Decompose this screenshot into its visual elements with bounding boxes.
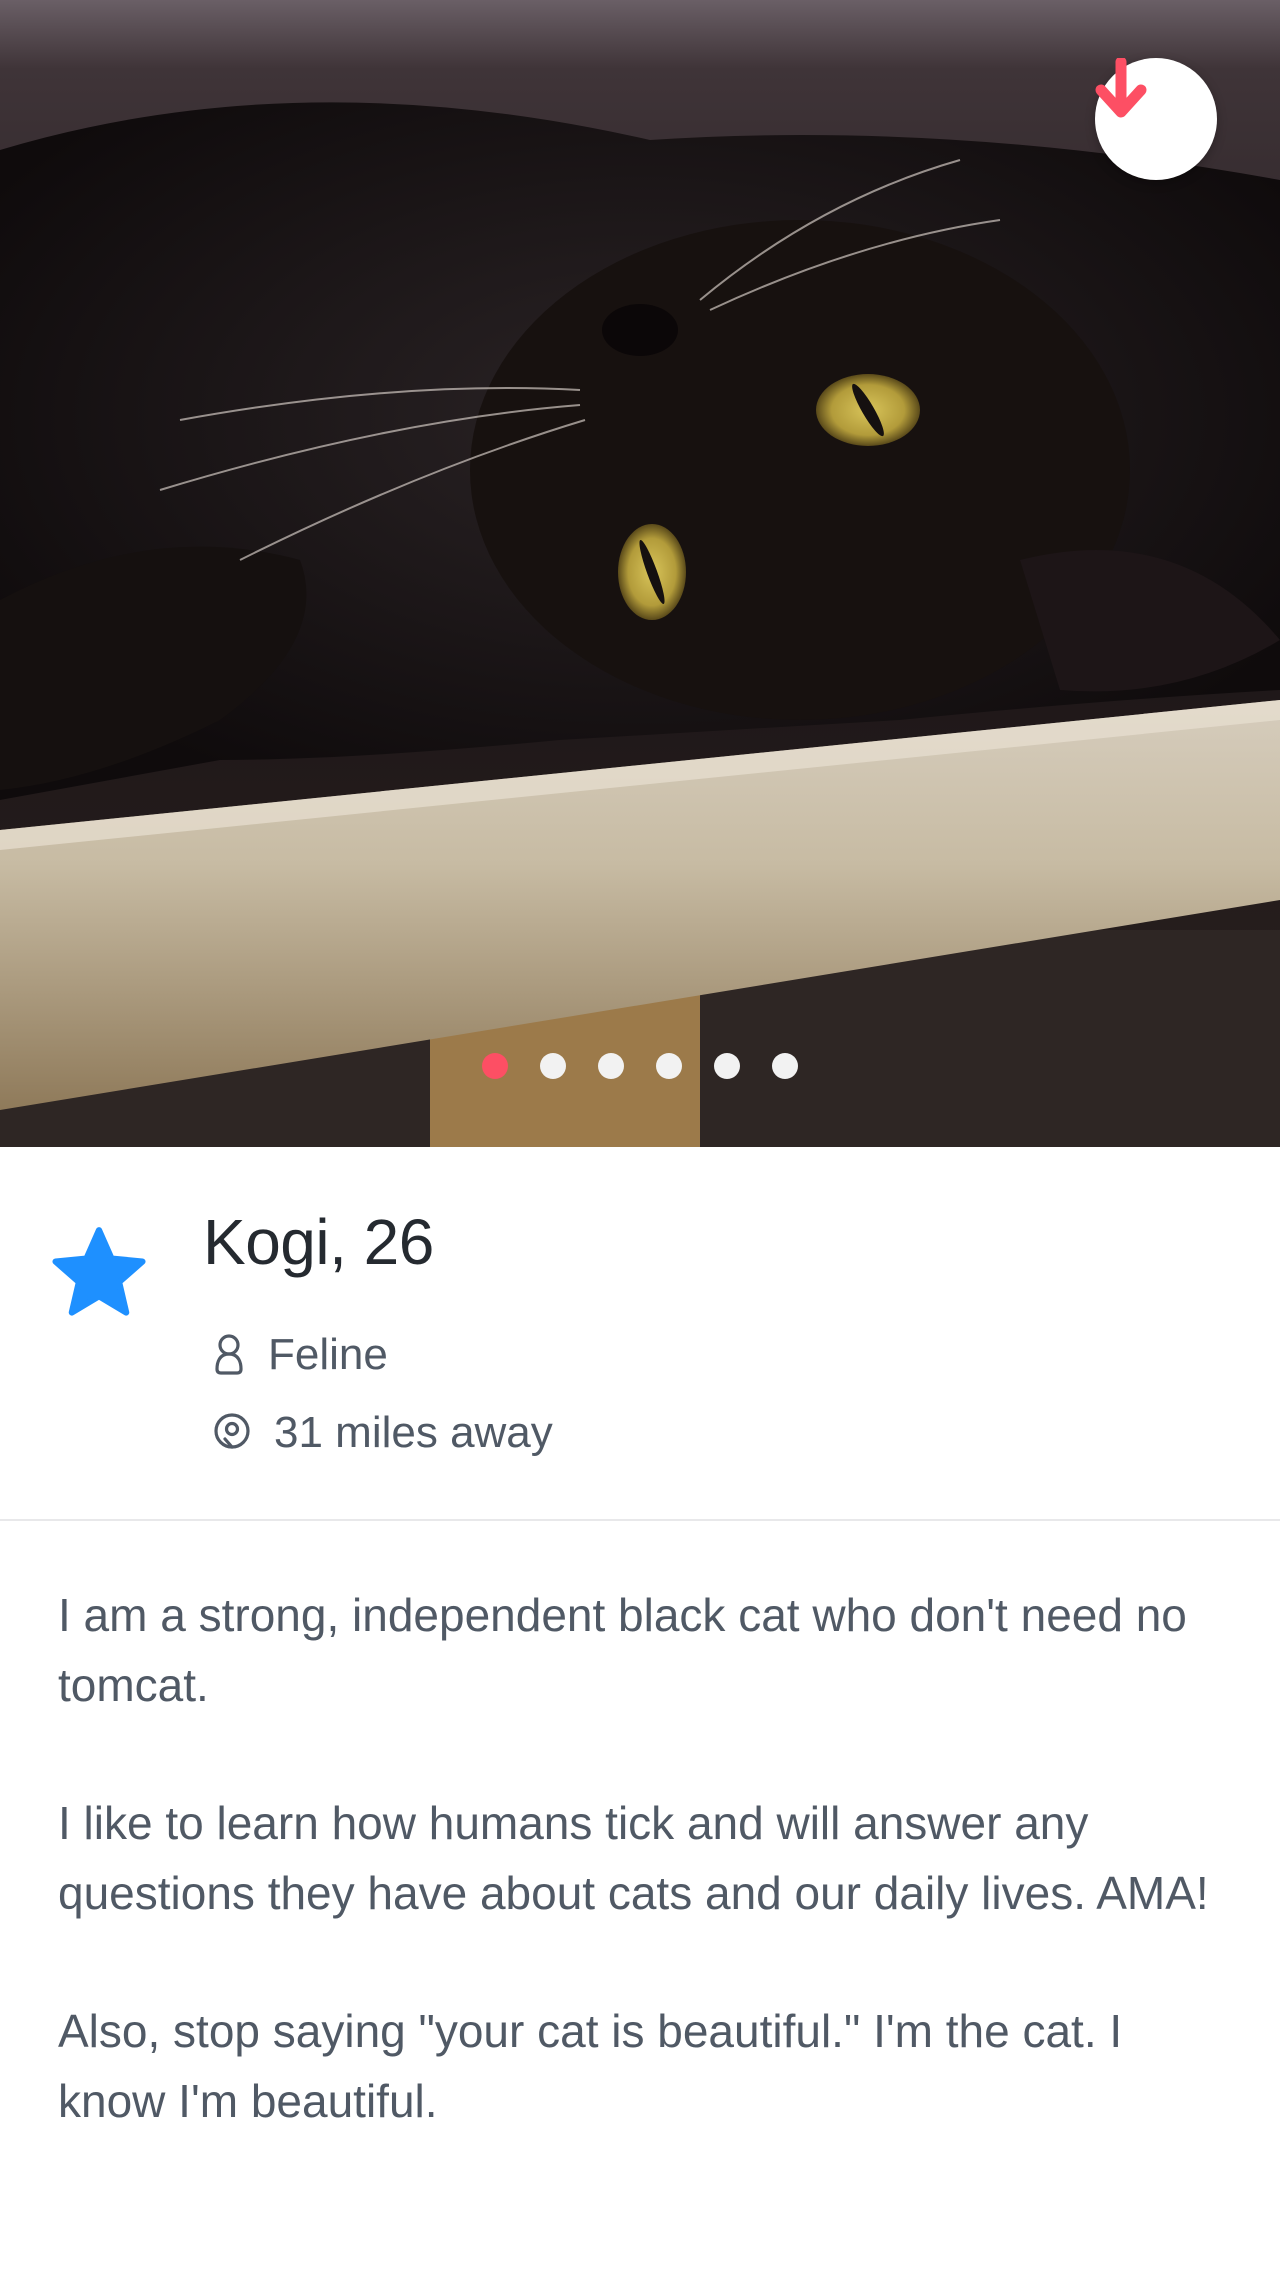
photo-dot[interactable] (482, 1053, 508, 1079)
profile-bio: I am a strong, independent black cat who… (58, 1580, 1238, 2204)
photo-dot[interactable] (598, 1053, 624, 1079)
photo-dot[interactable] (540, 1053, 566, 1079)
collapse-profile-button[interactable] (1095, 58, 1217, 180)
cat-photo-image (0, 0, 1280, 1147)
gender-text: Feline (268, 1330, 388, 1379)
location-pin-icon (214, 1413, 250, 1449)
profile-info (0, 1147, 1280, 1521)
photo-dot[interactable] (656, 1053, 682, 1079)
gender-row: Feline (212, 1330, 388, 1380)
distance-row: 31 miles away (212, 1408, 553, 1458)
bio-paragraph: Also, stop saying "your cat is beautiful… (58, 2005, 1123, 2127)
person-icon (215, 1334, 243, 1375)
distance-text: 31 miles away (274, 1408, 553, 1457)
bio-paragraph: I am a strong, independent black cat who… (58, 1589, 1187, 1711)
arrow-down-icon (1095, 58, 1147, 118)
photo-dot[interactable] (772, 1053, 798, 1079)
star-icon[interactable] (48, 1224, 150, 1320)
bio-paragraph: I like to learn how humans tick and will… (58, 1797, 1209, 1919)
photo-dot[interactable] (714, 1053, 740, 1079)
photo-pagination (0, 1053, 1280, 1079)
profile-name-age: Kogi, 26 (203, 1206, 434, 1278)
profile-photo[interactable] (0, 0, 1280, 1147)
